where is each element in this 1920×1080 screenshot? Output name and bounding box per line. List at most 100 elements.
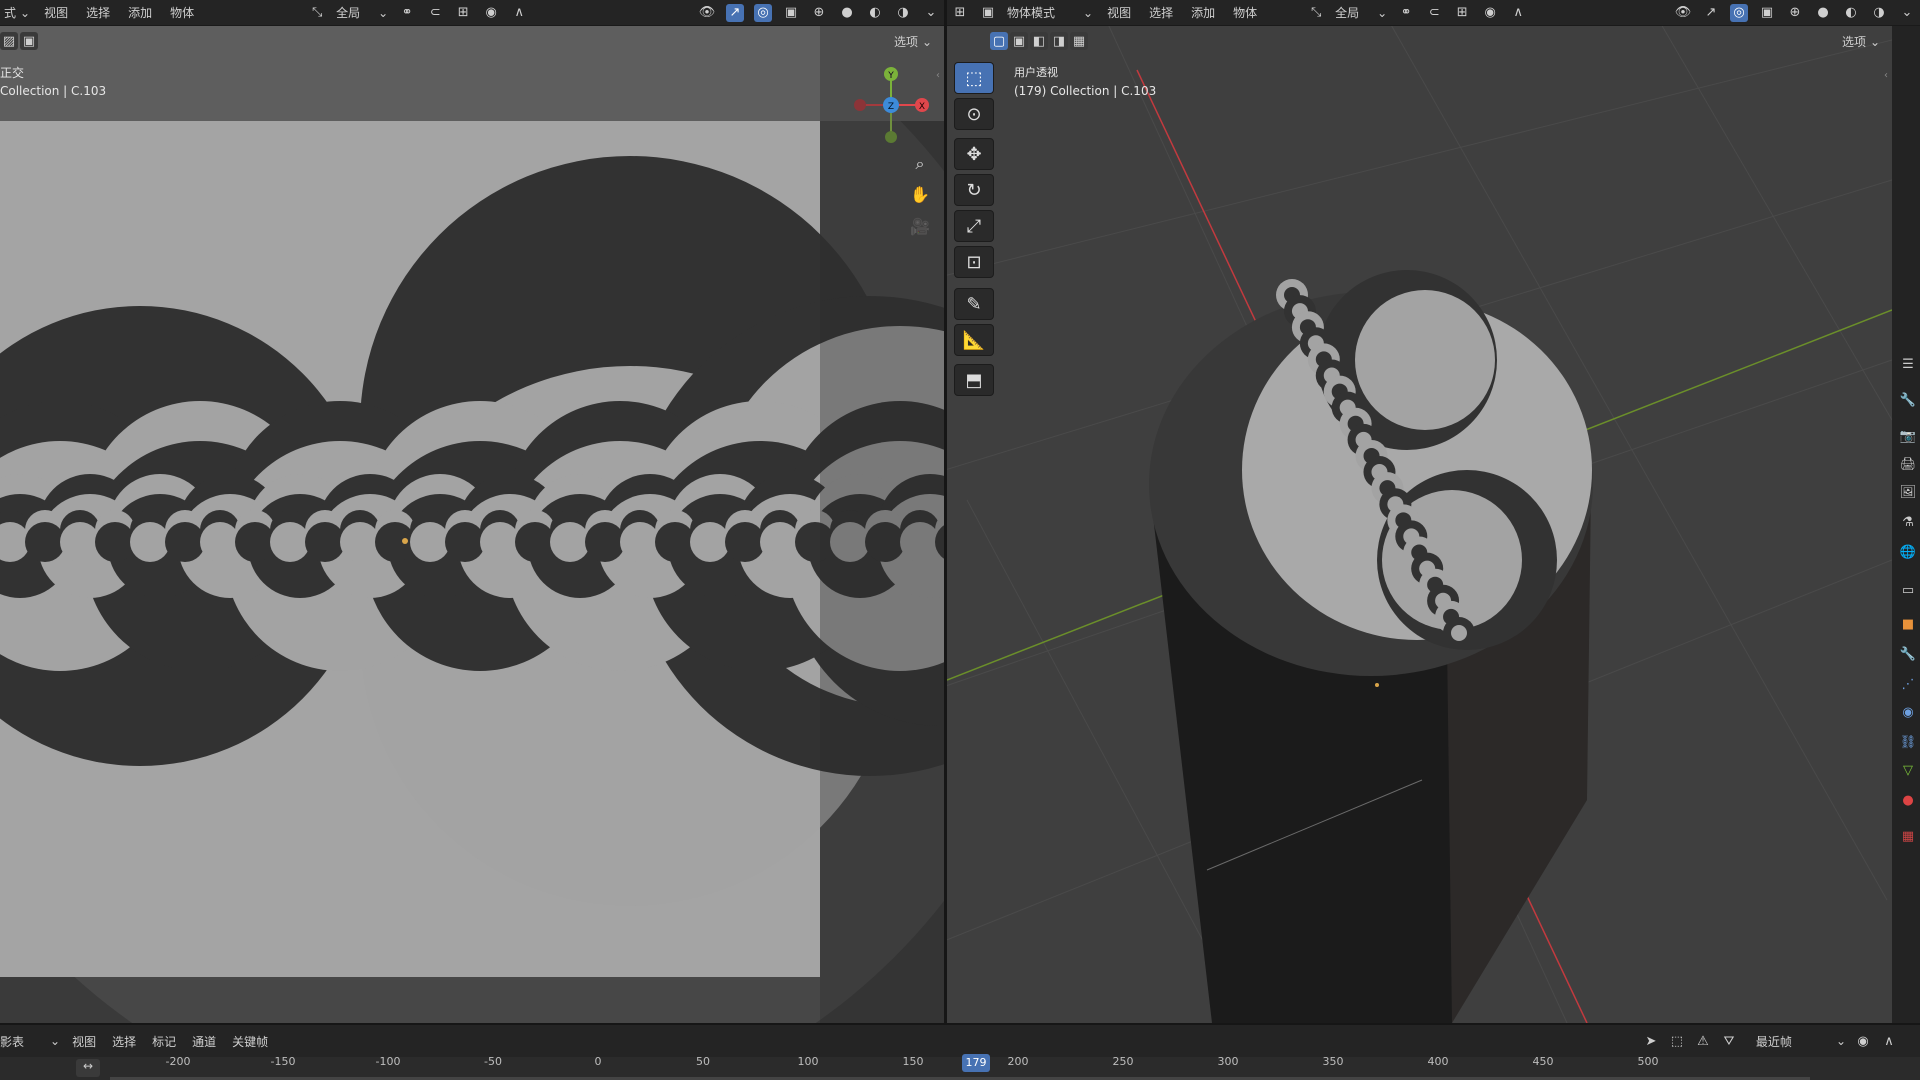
right-material-shading-icon[interactable]: ◐ <box>1842 4 1860 22</box>
properties-menu-icon[interactable]: ☰ <box>1896 352 1920 376</box>
tool-icon[interactable]: 🔧 <box>1896 388 1920 412</box>
right-snap-icon[interactable]: ⊂ <box>1425 4 1443 22</box>
right-overlay-toggle-icon[interactable]: ◎ <box>1730 3 1748 22</box>
scene-icon[interactable]: ⚗ <box>1896 510 1920 534</box>
physics-icon[interactable]: ◉ <box>1896 700 1920 724</box>
filter-icon[interactable]: ⛛ <box>1720 1032 1738 1050</box>
camera-icon[interactable]: 🎥 <box>906 212 934 240</box>
menu-object[interactable]: 物体 <box>166 2 198 23</box>
material-shading-icon[interactable]: ◐ <box>866 4 884 22</box>
right-menu-select[interactable]: 选择 <box>1145 2 1177 23</box>
texture-icon[interactable]: ▦ <box>1896 824 1920 848</box>
timeline-swap-icon[interactable]: ↔ <box>76 1059 100 1077</box>
mode-dropdown[interactable]: 式 ⌄ <box>4 4 30 21</box>
only-selected-icon[interactable]: ➤ <box>1642 1032 1660 1050</box>
tool-cursor[interactable]: ⊙ <box>954 98 994 130</box>
current-frame-indicator[interactable]: 179 <box>962 1054 990 1072</box>
tool-annotate[interactable]: ✎ <box>954 288 994 320</box>
right-menu-add[interactable]: 添加 <box>1187 2 1219 23</box>
right-falloff-icon[interactable]: ∧ <box>1509 4 1527 22</box>
right-pivot-icon[interactable]: ⚭ <box>1397 4 1415 22</box>
tool-scale[interactable]: ⤢ <box>954 210 994 242</box>
right-shading-dropdown-icon[interactable]: ⌄ <box>1898 4 1916 22</box>
timeline-falloff-icon[interactable]: ∧ <box>1880 1032 1898 1050</box>
right-proportional-icon[interactable]: ◉ <box>1481 4 1499 22</box>
right-gizmo-toggle-icon[interactable]: ↗ <box>1702 4 1720 22</box>
xray-icon[interactable]: ▣ <box>782 4 800 22</box>
timeline-proportional-icon[interactable]: ◉ <box>1854 1032 1872 1050</box>
menu-view[interactable]: 视图 <box>40 2 72 23</box>
right-menu-object[interactable]: 物体 <box>1229 2 1261 23</box>
overlay-toggle-icon[interactable]: ◎ <box>754 3 772 22</box>
right-collapse-arrow-icon[interactable]: ‹ <box>1884 70 1888 81</box>
visibility-icon[interactable]: 👁 <box>698 4 716 22</box>
falloff-icon[interactable]: ∧ <box>510 4 528 22</box>
right-transform-space-dropdown[interactable]: 全局 ⌄ <box>1335 4 1387 21</box>
pan-hand-icon[interactable]: ✋ <box>906 180 934 208</box>
collection-icon[interactable]: ▭ <box>1896 578 1920 602</box>
tick-150: 150 <box>902 1055 924 1068</box>
shading-dropdown-icon[interactable]: ⌄ <box>922 4 940 22</box>
select-difference-icon[interactable]: ◨ <box>1050 32 1068 50</box>
tick-50: 50 <box>696 1055 710 1068</box>
tool-select-box[interactable]: ⬚ <box>954 62 994 94</box>
particles-icon[interactable]: ⋰ <box>1896 672 1920 696</box>
menu-select[interactable]: 选择 <box>82 2 114 23</box>
transform-space-dropdown[interactable]: 全局 ⌄ <box>336 4 388 21</box>
output-icon[interactable]: 🖨 <box>1896 452 1920 476</box>
right-snap-target-icon[interactable]: ⊞ <box>1453 4 1471 22</box>
view-layer-icon[interactable]: 🖼 <box>1896 480 1920 504</box>
timeline-editor-dropdown[interactable]: 影表 ⌄ <box>0 1033 60 1050</box>
world-icon[interactable]: 🌐 <box>1896 540 1920 564</box>
gizmo-toggle-icon[interactable]: ↗ <box>726 3 744 22</box>
menu-add[interactable]: 添加 <box>124 2 156 23</box>
right-options-dropdown[interactable]: 选项 ⌄ <box>1842 33 1880 50</box>
tool-transform[interactable]: ⊡ <box>954 246 994 278</box>
object-icon[interactable]: ■ <box>1896 612 1920 636</box>
select-mode-icon[interactable]: ▨ <box>0 32 18 50</box>
zoom-icon[interactable]: ⌕ <box>906 150 934 178</box>
tool-add-cube[interactable]: ⬒ <box>954 364 994 396</box>
show-hidden-icon[interactable]: ⬚ <box>1668 1032 1686 1050</box>
timeline-menu-view[interactable]: 视图 <box>68 1031 100 1052</box>
rendered-shading-icon[interactable]: ◑ <box>894 4 912 22</box>
proportional-icon[interactable]: ◉ <box>482 4 500 22</box>
left-options-dropdown[interactable]: 选项 ⌄ <box>894 33 932 50</box>
right-rendered-shading-icon[interactable]: ◑ <box>1870 4 1888 22</box>
select-subtract-icon[interactable]: ◧ <box>1030 32 1048 50</box>
navigation-gizmo[interactable]: Y X Z <box>846 62 936 152</box>
timeline-menu-marker[interactable]: 标记 <box>148 1031 180 1052</box>
select-intersect-icon[interactable]: ▦ <box>1070 32 1088 50</box>
solid-shading-icon[interactable]: ● <box>838 4 856 22</box>
timeline-menu-select[interactable]: 选择 <box>108 1031 140 1052</box>
object-mode-dropdown[interactable]: 物体模式 ⌄ <box>1007 4 1093 21</box>
tool-move[interactable]: ✥ <box>954 138 994 170</box>
select-mode-extend-icon[interactable]: ▣ <box>20 32 38 50</box>
render-icon[interactable]: 📷 <box>1896 424 1920 448</box>
snap-icon[interactable]: ⊂ <box>426 4 444 22</box>
right-wireframe-shading-icon[interactable]: ⊕ <box>1786 4 1804 22</box>
modifier-icon[interactable]: 🔧 <box>1896 642 1920 666</box>
right-visibility-icon[interactable]: 👁 <box>1674 4 1692 22</box>
right-menu-view[interactable]: 视图 <box>1103 2 1135 23</box>
wireframe-shading-icon[interactable]: ⊕ <box>810 4 828 22</box>
errors-icon[interactable]: ⚠ <box>1694 1032 1712 1050</box>
snap-target-icon[interactable]: ⊞ <box>454 4 472 22</box>
snap-mode-dropdown[interactable]: 最近帧 ⌄ <box>1756 1033 1846 1050</box>
timeline-menu-keyframe[interactable]: 关键帧 <box>228 1031 272 1052</box>
left-viewport[interactable] <box>0 0 944 1023</box>
right-viewport[interactable] <box>947 0 1892 1023</box>
select-new-icon[interactable]: ▢ <box>990 32 1008 50</box>
data-icon[interactable]: ▽ <box>1896 758 1920 782</box>
constraints-icon[interactable]: ⛓ <box>1896 730 1920 754</box>
pivot-icon[interactable]: ⚭ <box>398 4 416 22</box>
collapse-arrow-icon[interactable]: ‹ <box>936 70 940 81</box>
right-solid-shading-icon[interactable]: ● <box>1814 4 1832 22</box>
right-xray-icon[interactable]: ▣ <box>1758 4 1776 22</box>
select-extend-icon[interactable]: ▣ <box>1010 32 1028 50</box>
tool-measure[interactable]: 📐 <box>954 324 994 356</box>
tool-rotate[interactable]: ↻ <box>954 174 994 206</box>
material-icon[interactable]: ● <box>1896 788 1920 812</box>
editor-type-icon[interactable]: ⊞ <box>951 4 969 22</box>
timeline-menu-channel[interactable]: 通道 <box>188 1031 220 1052</box>
